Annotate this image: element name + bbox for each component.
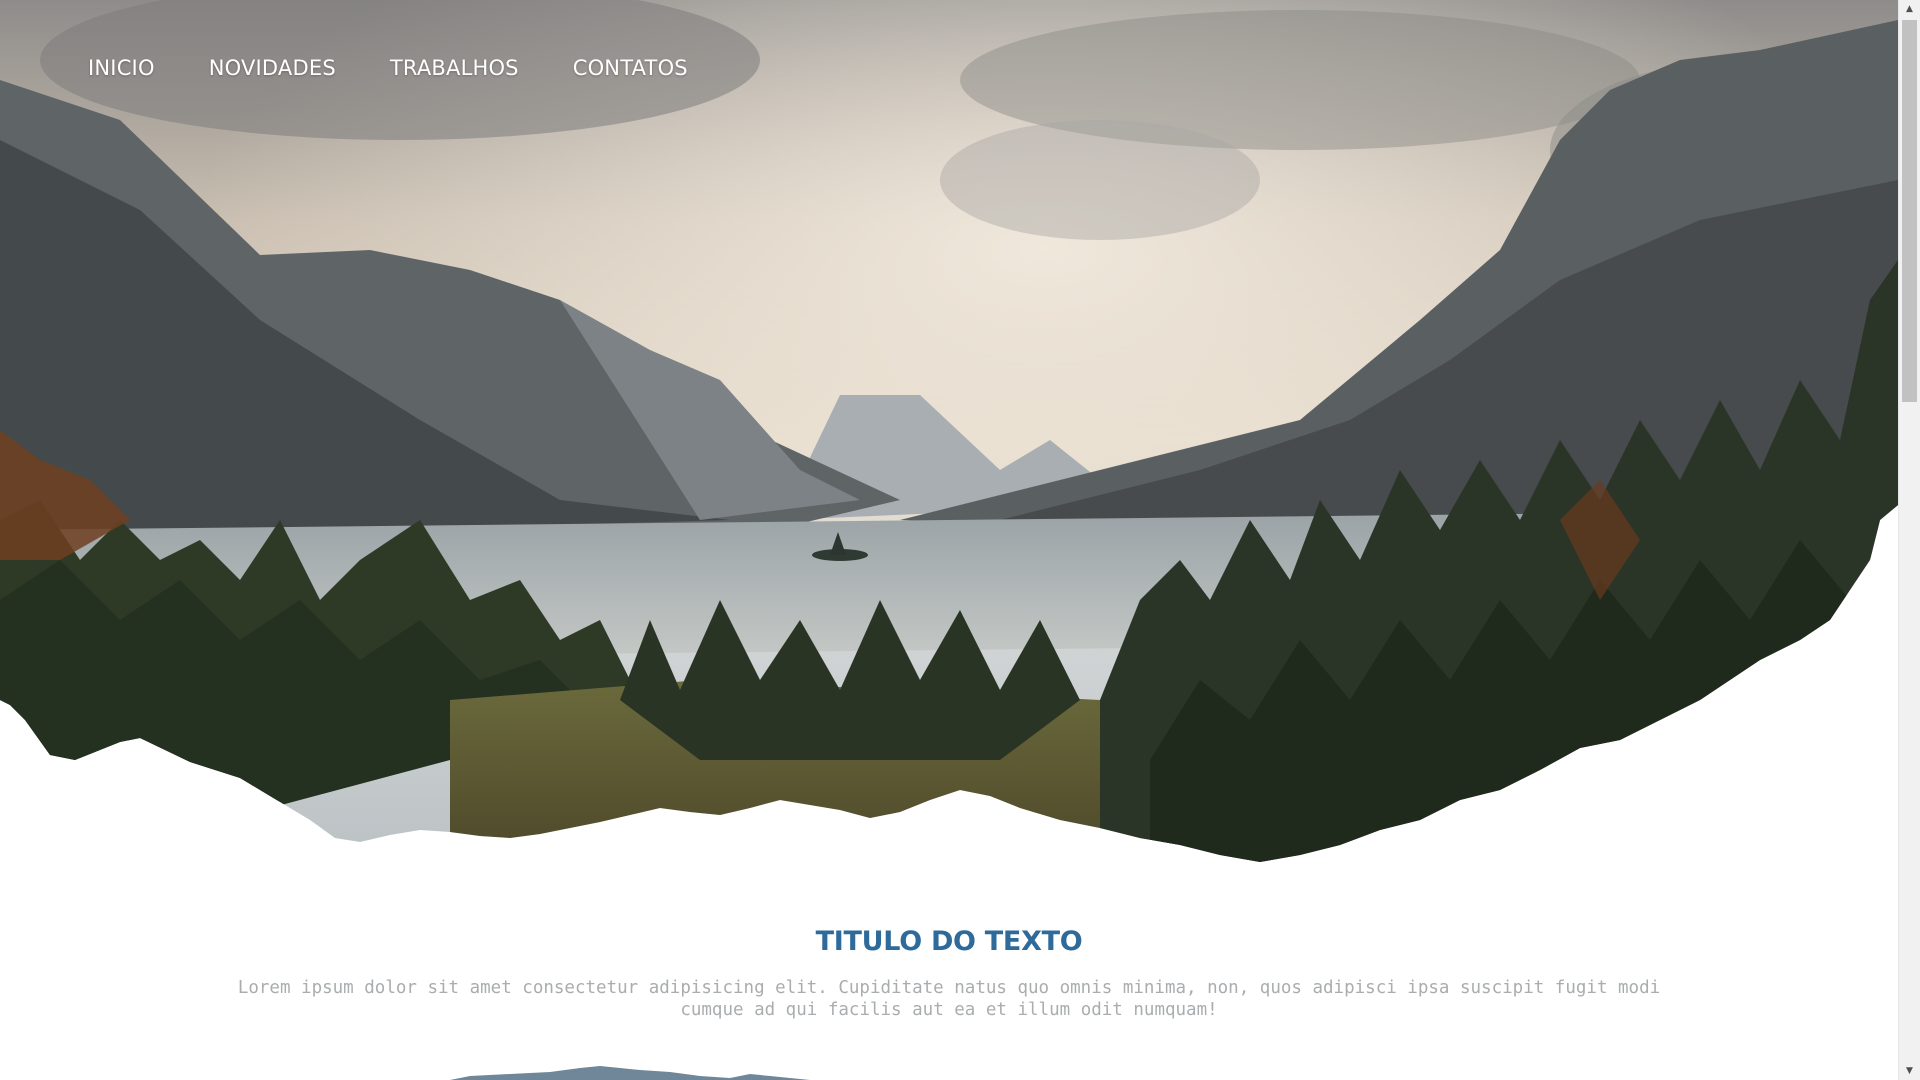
scroll-up-arrow-icon[interactable]: ▲: [1899, 0, 1920, 18]
next-image-peek: [450, 1054, 810, 1080]
hero-banner: [0, 0, 1898, 880]
vertical-scrollbar[interactable]: ▲ ▼: [1898, 0, 1920, 1080]
nav-link-contatos[interactable]: CONTATOS: [573, 56, 688, 80]
text-section: TITULO DO TEXTO Lorem ipsum dolor sit am…: [0, 926, 1898, 1021]
section-body: Lorem ipsum dolor sit amet consectetur a…: [237, 978, 1661, 1020]
scroll-thumb[interactable]: [1902, 20, 1917, 402]
nav-link-inicio[interactable]: INICIO: [88, 56, 155, 80]
nav-link-novidades[interactable]: NOVIDADES: [209, 56, 336, 80]
page: INICIO NOVIDADES TRABALHOS CONTATOS TITU…: [0, 0, 1898, 1080]
main-nav: INICIO NOVIDADES TRABALHOS CONTATOS: [88, 56, 688, 80]
nav-link-trabalhos[interactable]: TRABALHOS: [390, 56, 519, 80]
hero-landscape-image: [0, 0, 1898, 862]
scroll-down-arrow-icon[interactable]: ▼: [1899, 1062, 1920, 1080]
section-title: TITULO DO TEXTO: [815, 926, 1083, 957]
